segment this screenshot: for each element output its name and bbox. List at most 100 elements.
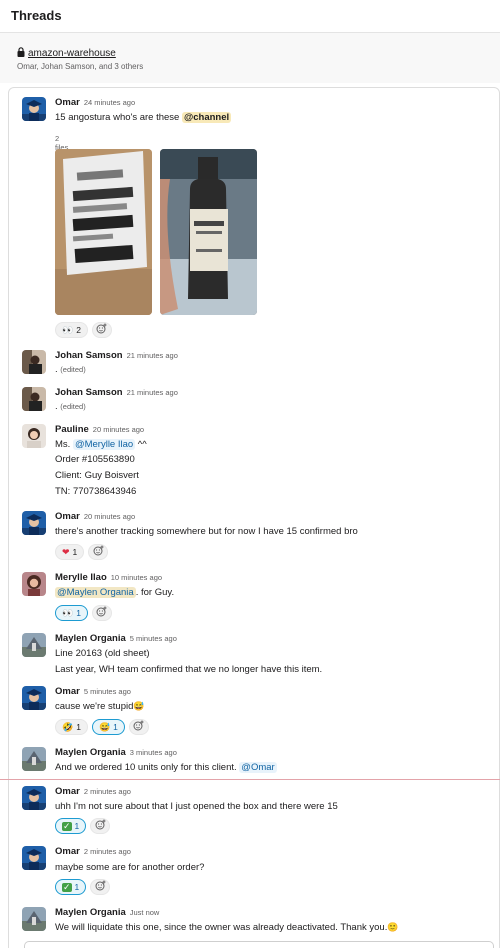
grinning-sweat-icon: 😅: [133, 701, 145, 711]
user-mention[interactable]: @Maylen Organia: [55, 587, 136, 598]
channel-members[interactable]: Omar, Johan Samson, and 3 others: [17, 62, 143, 71]
message-header: Omar 5 minutes ago: [55, 686, 131, 697]
message-text-line: TN: 770738643946: [55, 486, 137, 497]
timestamp[interactable]: 24 minutes ago: [84, 98, 135, 107]
message-text-line: Order #105563890: [55, 454, 135, 465]
white-check-mark-icon: ✓: [62, 820, 72, 831]
message-header: Maylen Organia 5 minutes ago: [55, 633, 177, 644]
message-text: uhh I'm not sure about that I just opene…: [55, 801, 338, 812]
reaction-count: 1: [76, 608, 81, 618]
author-name[interactable]: Omar: [55, 686, 80, 697]
timestamp[interactable]: 2 minutes ago: [84, 847, 131, 856]
image-bottle[interactable]: [160, 149, 257, 315]
reaction-rofl[interactable]: 🤣 1: [55, 719, 88, 735]
timestamp[interactable]: 5 minutes ago: [84, 687, 131, 696]
timestamp[interactable]: 20 minutes ago: [84, 512, 135, 521]
timestamp[interactable]: Just now: [130, 908, 160, 917]
reaction-check[interactable]: ✓ 1: [55, 879, 87, 895]
message-text-part: ^^: [135, 439, 147, 450]
reaction-count: 1: [113, 722, 118, 732]
message-text-part: We will liquidate this one, since the ow…: [55, 922, 388, 933]
add-reaction-button[interactable]: [91, 322, 112, 338]
message-text: Ms. @Merylle Ilao ^^: [55, 439, 147, 450]
add-reaction-button[interactable]: [90, 818, 111, 834]
message-header: Omar 2 minutes ago: [55, 786, 131, 797]
author-name[interactable]: Maylen Organia: [55, 747, 126, 758]
avatar[interactable]: [22, 747, 46, 771]
eyes-icon: 👀: [62, 324, 74, 335]
timestamp[interactable]: 10 minutes ago: [111, 573, 162, 582]
channel-link[interactable]: amazon-warehouse: [17, 47, 116, 59]
channel-mention[interactable]: @channel: [181, 112, 232, 123]
message-text-part: And we ordered 10 units only for this cl…: [55, 762, 240, 773]
message-text: 15 angostura who's are these @channel: [55, 112, 232, 123]
user-mention[interactable]: @Omar: [239, 762, 277, 773]
message-text-part: cause we're stupid: [55, 701, 134, 712]
message-text: . (edited): [55, 364, 86, 375]
add-reaction-icon: [93, 545, 104, 559]
add-reaction-button[interactable]: [128, 719, 149, 735]
reactions: 👀 1: [55, 605, 112, 621]
avatar[interactable]: [22, 572, 46, 596]
message-text: We will liquidate this one, since the ow…: [55, 922, 399, 933]
reaction-sweat-smile[interactable]: 😅 1: [91, 719, 125, 735]
channel-info: amazon-warehouse Omar, Johan Samson, and…: [0, 33, 500, 83]
timestamp[interactable]: 3 minutes ago: [130, 748, 177, 757]
message-header: Pauline 20 minutes ago: [55, 424, 144, 435]
reaction-eyes[interactable]: 👀 1: [55, 605, 88, 621]
add-reaction-button[interactable]: [91, 605, 112, 621]
author-name[interactable]: Omar: [55, 846, 80, 857]
timestamp[interactable]: 20 minutes ago: [93, 425, 144, 434]
author-name[interactable]: Omar: [55, 786, 80, 797]
image-shipping-label[interactable]: [55, 149, 152, 315]
message-text-line: Client: Guy Boisvert: [55, 470, 139, 481]
message-header: Maylen Organia 3 minutes ago: [55, 747, 177, 758]
reaction-count: 1: [74, 821, 80, 831]
white-check-mark-icon: ✓: [62, 881, 72, 892]
reactions: ✓ 1: [55, 818, 111, 834]
timestamp[interactable]: 21 minutes ago: [127, 388, 178, 397]
reply-composer[interactable]: [24, 941, 494, 948]
avatar[interactable]: [22, 786, 46, 810]
add-reaction-icon: [96, 323, 107, 337]
timestamp[interactable]: 21 minutes ago: [127, 351, 178, 360]
reaction-count: 2: [76, 325, 81, 335]
avatar[interactable]: [22, 387, 46, 411]
rolling-on-floor-laughing-icon: 🤣: [62, 721, 74, 732]
avatar[interactable]: [22, 424, 46, 448]
author-name[interactable]: Merylle Ilao: [55, 572, 107, 583]
author-name[interactable]: Maylen Organia: [55, 633, 126, 644]
avatar[interactable]: [22, 633, 46, 657]
author-name[interactable]: Pauline: [55, 424, 89, 435]
avatar[interactable]: [22, 350, 46, 374]
message-text: cause we're stupid😅: [55, 701, 145, 712]
reaction-heart[interactable]: ❤ 1: [55, 544, 85, 560]
avatar[interactable]: [22, 907, 46, 931]
author-name[interactable]: Johan Samson: [55, 387, 123, 398]
message-text: And we ordered 10 units only for this cl…: [55, 762, 277, 773]
author-name[interactable]: Omar: [55, 511, 80, 522]
threads-header: Threads: [0, 0, 500, 33]
message-text-line: Last year, WH team confirmed that we no …: [55, 664, 323, 675]
avatar[interactable]: [22, 846, 46, 870]
timestamp[interactable]: 5 minutes ago: [130, 634, 177, 643]
author-name[interactable]: Maylen Organia: [55, 907, 126, 918]
user-mention[interactable]: @Merylle Ilao: [72, 439, 136, 450]
author-name[interactable]: Johan Samson: [55, 350, 123, 361]
grinning-sweat-icon: 😅: [98, 721, 111, 732]
timestamp[interactable]: 2 minutes ago: [84, 787, 131, 796]
reaction-check[interactable]: ✓ 1: [55, 818, 87, 834]
message-text: @Maylen Organia. for Guy.: [55, 587, 174, 598]
avatar[interactable]: [22, 686, 46, 710]
avatar[interactable]: [22, 97, 46, 121]
add-reaction-button[interactable]: [88, 544, 109, 560]
message-header: Merylle Ilao 10 minutes ago: [55, 572, 162, 583]
add-reaction-icon: [133, 720, 144, 734]
channel-name[interactable]: amazon-warehouse: [28, 48, 116, 59]
add-reaction-button[interactable]: [90, 879, 111, 895]
avatar[interactable]: [22, 511, 46, 535]
new-messages-divider: [0, 779, 500, 780]
reaction-eyes[interactable]: 👀 2: [55, 322, 88, 338]
message-text-part: .: [55, 401, 58, 412]
author-name[interactable]: Omar: [55, 97, 80, 108]
